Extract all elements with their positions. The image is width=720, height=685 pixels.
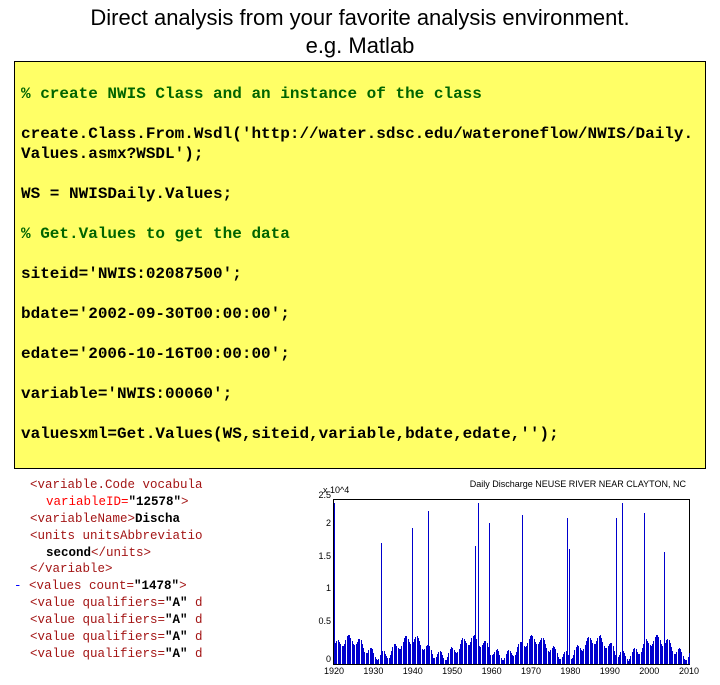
xml-end: d	[188, 596, 203, 610]
xml-close: </variable>	[30, 562, 113, 576]
chart-title: Daily Discharge NEUSE RIVER NEAR CLAYTON…	[470, 479, 686, 489]
ytick: 2.5	[318, 490, 334, 500]
xml-collapse-icon: -	[14, 579, 29, 593]
slide-title: Direct analysis from your favorite analy…	[0, 0, 720, 59]
xtick: 1920	[324, 664, 344, 676]
code-line-2: create.Class.From.Wsdl('http://water.sds…	[21, 124, 699, 164]
xml-tag: <value qualifiers=	[30, 613, 165, 627]
xml-val: "A"	[165, 647, 188, 661]
xtick: 1960	[482, 664, 502, 676]
xml-val: "A"	[165, 596, 188, 610]
xml-val: "1478"	[134, 579, 179, 593]
chart-plot-area: 0 0.5 1 1.5 2 2.5 1920 1930 1940 1950 19…	[333, 499, 690, 665]
code-line-4: % Get.Values to get the data	[21, 224, 699, 244]
xml-tag: <value qualifiers=	[30, 596, 165, 610]
ytick: 1.5	[318, 551, 334, 561]
ytick: 0.5	[318, 616, 334, 626]
discharge-chart: Daily Discharge NEUSE RIVER NEAR CLAYTON…	[285, 479, 706, 685]
xtick: 1930	[363, 664, 383, 676]
ytick: 1	[326, 583, 334, 593]
xml-close: </units>	[91, 546, 151, 560]
code-line-3: WS = NWISDaily.Values;	[21, 184, 699, 204]
xtick: 2010	[679, 664, 699, 676]
xml-text: second	[46, 546, 91, 560]
xtick: 2000	[639, 664, 659, 676]
xml-tag: <value qualifiers=	[30, 630, 165, 644]
code-line-7: edate='2006-10-16T00:00:00';	[21, 344, 699, 364]
xml-val: "12578"	[129, 495, 182, 509]
title-line-2: e.g. Matlab	[16, 32, 704, 60]
code-line-1: % create NWIS Class and an instance of t…	[21, 84, 699, 104]
xml-tag: <units unitsAbbreviatio	[30, 529, 203, 543]
xml-text: Discha	[135, 512, 180, 526]
xml-end: d	[188, 630, 203, 644]
title-line-1: Direct analysis from your favorite analy…	[16, 4, 704, 32]
ytick: 2	[326, 518, 334, 528]
code-line-9: valuesxml=Get.Values(WS,siteid,variable,…	[21, 424, 699, 444]
xml-attr: variableID=	[46, 495, 129, 509]
xtick: 1990	[600, 664, 620, 676]
xml-tag: <variable.Code vocabula	[30, 478, 203, 492]
xtick: 1980	[560, 664, 580, 676]
xml-tag: <value qualifiers=	[30, 647, 165, 661]
xtick: 1950	[442, 664, 462, 676]
ytick: 0	[326, 654, 334, 664]
matlab-code-block: % create NWIS Class and an instance of t…	[14, 61, 706, 469]
xml-snippet: <variable.Code vocabula variableID="1257…	[14, 475, 277, 685]
xtick: 1970	[521, 664, 541, 676]
chart-series	[334, 500, 689, 664]
xml-end: >	[179, 579, 187, 593]
xtick: 1940	[403, 664, 423, 676]
xml-end: d	[188, 647, 203, 661]
xml-val: "A"	[165, 613, 188, 627]
code-line-8: variable='NWIS:00060';	[21, 384, 699, 404]
xml-tag: <values count=	[29, 579, 134, 593]
xml-end: d	[188, 613, 203, 627]
code-line-5: siteid='NWIS:02087500';	[21, 264, 699, 284]
xml-val: "A"	[165, 630, 188, 644]
code-line-6: bdate='2002-09-30T00:00:00';	[21, 304, 699, 324]
xml-tag: <variableName>	[30, 512, 135, 526]
